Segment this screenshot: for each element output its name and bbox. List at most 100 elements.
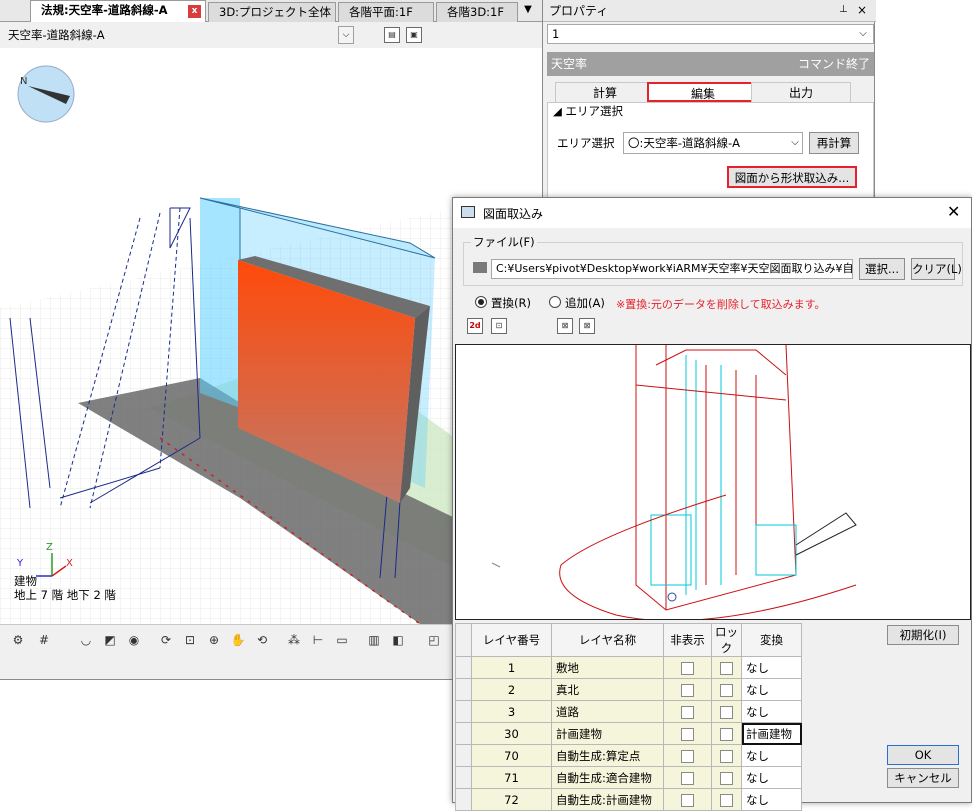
lock-checkbox[interactable] <box>720 727 733 741</box>
tab-skyfactor-road[interactable]: 法規:天空率-道路斜線-A x <box>30 0 206 22</box>
eye-icon[interactable]: ◉ <box>126 632 142 648</box>
tab-3d-project[interactable]: 3D:プロジェクト全体 <box>208 2 336 22</box>
convert-cell[interactable]: なし <box>741 788 802 811</box>
drawing-import-dialog: 図面取込み ✕ ファイル(F) C:¥Users¥pivot¥Desktop¥w… <box>452 197 972 811</box>
table-row[interactable]: 3 道路 なし <box>455 700 802 723</box>
col-convert[interactable]: 変換 <box>741 623 802 657</box>
window-icon[interactable]: ▭ <box>334 632 350 648</box>
hidden-checkbox[interactable] <box>681 749 694 763</box>
tab-floor-3d[interactable]: 各階3D:1F <box>436 2 518 22</box>
convert-cell[interactable]: なし <box>741 656 802 679</box>
hidden-checkbox[interactable] <box>681 727 694 741</box>
folder-icon <box>473 262 487 273</box>
3d-viewport[interactable]: N Z Y X <box>0 48 455 624</box>
cancel-button[interactable]: キャンセル <box>887 768 959 788</box>
replace-radio[interactable] <box>475 296 487 308</box>
col-layer-number[interactable]: レイヤ番号 <box>471 623 552 657</box>
lock-checkbox[interactable] <box>720 683 733 697</box>
layer-name: 自動生成:計画建物 <box>551 788 664 811</box>
close-icon[interactable]: × <box>857 3 867 17</box>
area-select-dropdown[interactable]: 〇:天空率-道路斜線-A <box>623 132 803 154</box>
zoom-icon[interactable]: ⊕ <box>206 632 222 648</box>
convert-cell[interactable]: なし <box>741 766 802 789</box>
shading-icon[interactable]: ◩ <box>102 632 118 648</box>
tab-floor-plan[interactable]: 各階平面:1F <box>338 2 434 22</box>
filter-reset-icon[interactable]: ⊠ <box>579 318 595 334</box>
layer-table: レイヤ番号 レイヤ名称 非表示 ロック 変換 1 敷地 なし 2 真北 なし 3… <box>455 623 802 811</box>
camera-path-icon[interactable]: ⊢ <box>310 632 326 648</box>
object-snap-icon[interactable]: ⚙ <box>10 632 26 648</box>
hidden-checkbox[interactable] <box>681 771 694 785</box>
export-view-icon[interactable]: ▣ <box>406 27 422 43</box>
convert-cell[interactable]: なし <box>741 700 802 723</box>
table-row[interactable]: 1 敷地 なし <box>455 656 802 679</box>
pan-hand-icon[interactable]: ✋ <box>230 632 246 648</box>
table-row[interactable]: 70 自動生成:算定点 なし <box>455 744 802 767</box>
walk-icon[interactable]: ⁂ <box>286 632 302 648</box>
recalc-button[interactable]: 再計算 <box>809 132 859 154</box>
display-mode-icon[interactable]: ◰ <box>426 632 442 648</box>
chevron-down-icon[interactable]: ⌵ <box>787 133 803 153</box>
3d-scene: N Z Y X <box>0 65 455 624</box>
fit-view-icon[interactable]: ⊡ <box>491 318 507 334</box>
view-select[interactable]: 天空率-道路斜線-A <box>8 26 354 44</box>
convert-cell[interactable]: なし <box>741 678 802 701</box>
grid-icon[interactable]: # <box>36 632 52 648</box>
layer-number: 1 <box>471 656 552 679</box>
hidden-checkbox[interactable] <box>681 683 694 697</box>
lock-checkbox[interactable] <box>720 705 733 719</box>
initialize-button[interactable]: 初期化(I) <box>887 625 959 645</box>
import-from-drawing-button[interactable]: 図面から形状取込み... <box>727 166 857 188</box>
hide-icon[interactable]: ◡ <box>78 632 94 648</box>
view-2d3d-icon[interactable]: 2d <box>467 318 483 334</box>
zoom-fit-icon[interactable]: ⊡ <box>182 632 198 648</box>
drawing-preview[interactable] <box>455 344 971 620</box>
layer-name: 計画建物 <box>551 722 664 745</box>
col-lock[interactable]: ロック <box>711 623 742 657</box>
close-icon[interactable]: x <box>188 5 201 18</box>
command-status: コマンド終了 <box>798 57 871 71</box>
building-status: 建物 地上 7 階 地下 2 階 <box>14 574 116 602</box>
col-hidden[interactable]: 非表示 <box>663 623 712 657</box>
close-icon[interactable]: ✕ <box>947 202 960 221</box>
area-section-header[interactable]: ◢ エリア選択 <box>553 103 623 119</box>
lock-checkbox[interactable] <box>720 771 733 785</box>
hidden-checkbox[interactable] <box>681 661 694 675</box>
layer-icon[interactable]: ◧ <box>390 632 406 648</box>
convert-cell[interactable]: なし <box>741 744 802 767</box>
table-row[interactable]: 71 自動生成:適合建物 なし <box>455 766 802 789</box>
print-view-icon[interactable]: ▤ <box>384 27 400 43</box>
lock-checkbox[interactable] <box>720 793 733 807</box>
hidden-checkbox[interactable] <box>681 793 694 807</box>
tab-calc[interactable]: 計算 <box>555 82 655 102</box>
col-layer-name[interactable]: レイヤ名称 <box>551 623 664 657</box>
tab-label: 各階3D:1F <box>447 5 504 19</box>
svg-text:Z: Z <box>46 542 53 553</box>
layer-name: 真北 <box>551 678 664 701</box>
layer-name: 自動生成:算定点 <box>551 744 664 767</box>
select-file-button[interactable]: 選択... <box>859 258 905 280</box>
add-radio[interactable] <box>549 296 561 308</box>
lock-checkbox[interactable] <box>720 749 733 763</box>
ok-button[interactable]: OK <box>887 745 959 765</box>
orbit-icon[interactable]: ⟲ <box>254 632 270 648</box>
table-row[interactable]: 72 自動生成:計画建物 なし <box>455 788 802 811</box>
table-row[interactable]: 30 計画建物 計画建物 <box>455 722 802 745</box>
tab-output[interactable]: 出力 <box>751 82 851 102</box>
hidden-checkbox[interactable] <box>681 705 694 719</box>
lock-checkbox[interactable] <box>720 661 733 675</box>
refresh-icon[interactable]: ⟳ <box>158 632 174 648</box>
building-icon[interactable]: ▥ <box>366 632 382 648</box>
clear-button[interactable]: クリア(L) <box>911 258 962 280</box>
chevron-down-icon[interactable]: ⌵ <box>338 26 354 44</box>
file-path-field[interactable]: C:¥Users¥pivot¥Desktop¥work¥iARM¥天空率¥天空図… <box>491 259 853 279</box>
convert-cell-selected[interactable]: 計画建物 <box>741 722 802 745</box>
layer-number: 30 <box>471 722 552 745</box>
object-select[interactable]: 1 <box>547 24 874 44</box>
table-row[interactable]: 2 真北 なし <box>455 678 802 701</box>
tab-edit[interactable]: 編集 <box>647 82 759 102</box>
pin-icon[interactable]: ⊥ <box>839 4 848 15</box>
chevron-down-icon[interactable]: ⌵ <box>853 25 873 43</box>
filter-icon[interactable]: ⊠ <box>557 318 573 334</box>
tab-menu-icon[interactable]: ▼ <box>520 4 536 18</box>
